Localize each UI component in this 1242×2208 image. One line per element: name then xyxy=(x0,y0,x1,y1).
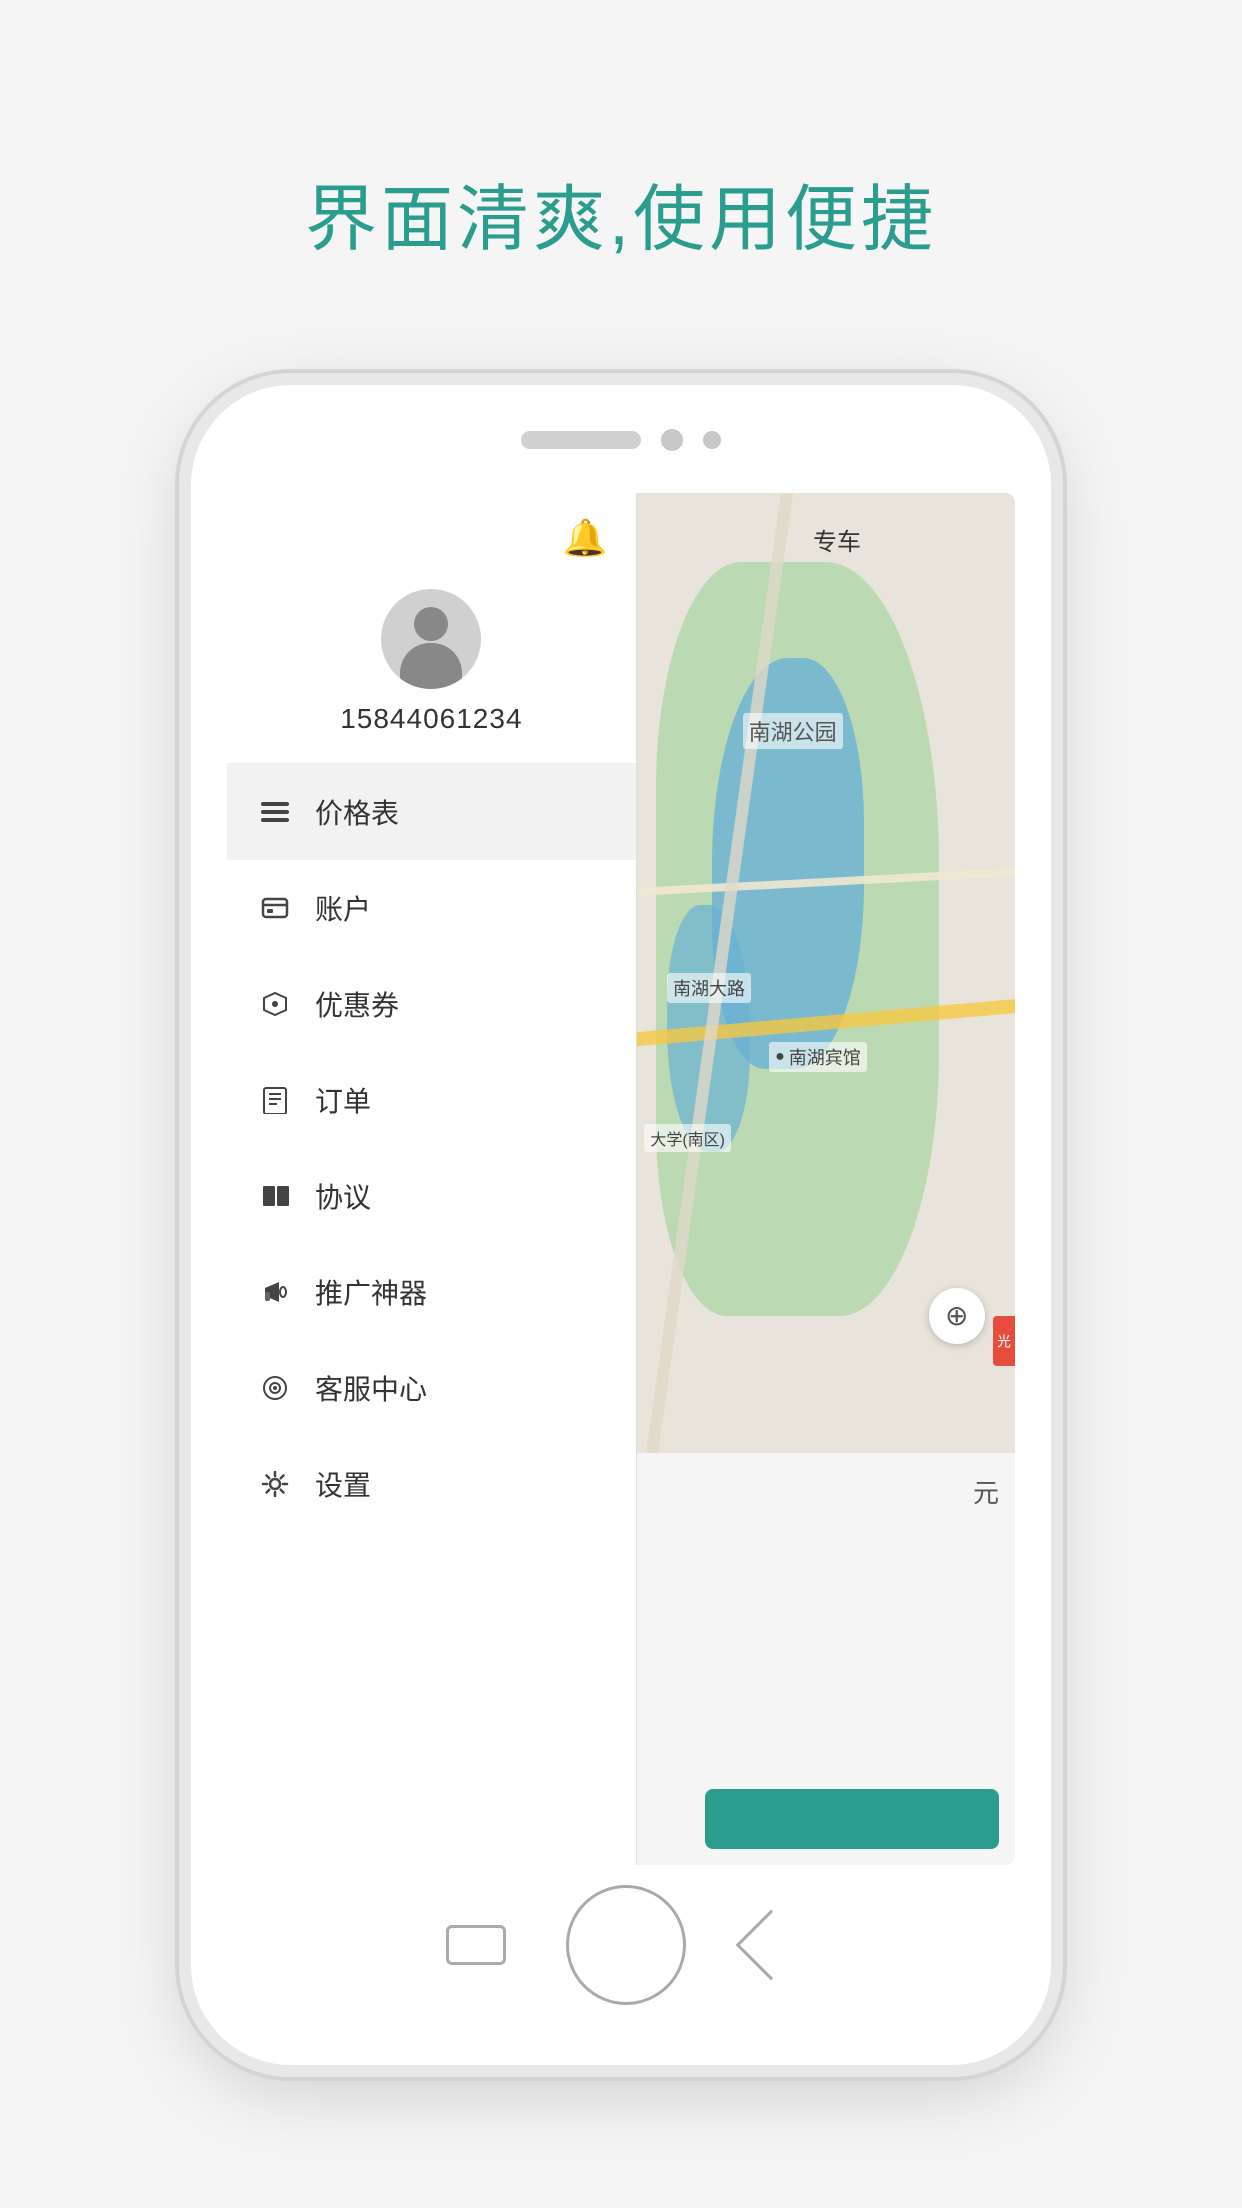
menu-label-orders: 订单 xyxy=(315,1080,371,1120)
phone-camera xyxy=(661,429,683,451)
location-icon: ⊕ xyxy=(945,1299,968,1332)
menu-icon-price-list xyxy=(255,792,295,832)
menu-icon-account xyxy=(255,888,295,928)
menu-item-settings[interactable]: 设置 xyxy=(227,1436,636,1532)
nav-home-button[interactable] xyxy=(566,1885,686,2005)
menu-icon-promote xyxy=(255,1272,295,1312)
map-uni-label: 大学(南区) xyxy=(644,1124,731,1152)
menu-label-price-list: 价格表 xyxy=(315,792,399,832)
menu-icon-coupon xyxy=(255,984,295,1024)
menu-label-coupon: 优惠券 xyxy=(315,984,399,1024)
nav-recent-button[interactable] xyxy=(446,1925,506,1965)
menu-item-service[interactable]: 客服中心 xyxy=(227,1340,636,1436)
call-car-button[interactable] xyxy=(705,1789,999,1849)
map-hotel-label: ● 南湖宾馆 xyxy=(769,1042,867,1072)
map-park-label: 南湖公园 xyxy=(743,713,843,749)
menu-icon-orders xyxy=(255,1080,295,1120)
menu-item-account[interactable]: 账户 xyxy=(227,860,636,956)
user-profile-area[interactable]: 15844061234 xyxy=(227,569,636,764)
menu-icon-agreement xyxy=(255,1176,295,1216)
map-area: 专车 南湖公园 南湖大路 ● 南湖宾馆 大学(南区) ⊕ 光 元 xyxy=(637,493,1015,1865)
price-label: 元 xyxy=(973,1473,999,1510)
nav-back-button[interactable] xyxy=(736,1910,807,1981)
menu-icon-service xyxy=(255,1368,295,1408)
menu-item-agreement[interactable]: 协议 xyxy=(227,1148,636,1244)
menu-icon-settings xyxy=(255,1464,295,1504)
menu-item-price-list[interactable]: 价格表 xyxy=(227,764,636,860)
avatar xyxy=(381,589,481,689)
menu-label-service: 客服中心 xyxy=(315,1368,427,1408)
drawer-header: 🔔 xyxy=(227,493,636,569)
avatar-circle xyxy=(381,589,481,689)
menu-label-settings: 设置 xyxy=(315,1464,371,1504)
map-bottom-panel: 元 xyxy=(637,1453,1015,1865)
notification-bell-icon[interactable]: 🔔 xyxy=(563,517,608,559)
menu-label-account: 账户 xyxy=(315,888,371,928)
phone-camera2 xyxy=(703,431,721,449)
menu-label-promote: 推广神器 xyxy=(315,1272,427,1312)
phone-speaker xyxy=(521,431,641,449)
phone-screen: 🔔 15844061234 价格表 xyxy=(227,493,1015,1865)
menu-list: 价格表 账户 优惠券 订单 协议 推广神器 客服中心 设置 xyxy=(227,764,636,1865)
red-banner: 光 xyxy=(993,1316,1015,1366)
avatar-body xyxy=(400,643,462,689)
user-phone-number: 15844061234 xyxy=(340,703,522,735)
page-title: 界面清爽,使用便捷 xyxy=(305,160,937,265)
menu-item-promote[interactable]: 推广神器 xyxy=(227,1244,636,1340)
phone-mockup: 🔔 15844061234 价格表 xyxy=(191,385,1051,2065)
map-car-type-label: 专车 xyxy=(807,520,867,559)
location-button[interactable]: ⊕ xyxy=(929,1288,985,1344)
avatar-head xyxy=(414,607,448,641)
menu-item-orders[interactable]: 订单 xyxy=(227,1052,636,1148)
phone-bottom-bar xyxy=(446,1885,796,2005)
menu-item-coupon[interactable]: 优惠券 xyxy=(227,956,636,1052)
phone-top-bar xyxy=(521,429,721,451)
menu-label-agreement: 协议 xyxy=(315,1176,371,1216)
map-road-label: 南湖大路 xyxy=(667,973,751,1003)
drawer-panel: 🔔 15844061234 价格表 xyxy=(227,493,637,1865)
